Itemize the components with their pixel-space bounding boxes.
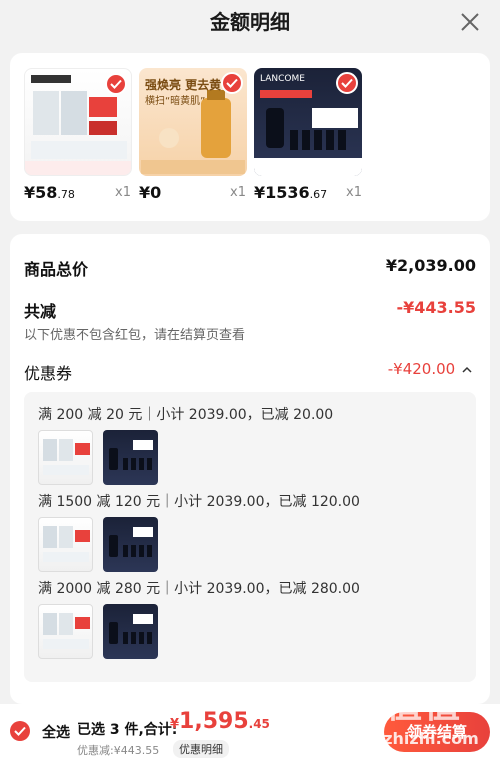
discount-detail-button[interactable]: 优惠明细 [173, 740, 229, 758]
coupon-value: -¥420.00 [387, 360, 456, 378]
coupon-product-thumb [38, 430, 93, 485]
product-qty: x1 [115, 185, 131, 200]
product-thumb-lancome[interactable]: LANCOME [254, 68, 362, 176]
coupon-product-thumb [103, 517, 158, 572]
coupon-label: 优惠券 [24, 364, 73, 383]
brand-logo: LANCOME [260, 74, 305, 84]
product-thumb-essence[interactable]: 强焕亮 更去黄 横扫“暗黄肌” [139, 68, 247, 176]
header: 金额明细 [0, 0, 500, 44]
coupon-product-thumb [38, 517, 93, 572]
discount-value: -¥443.55 [396, 298, 476, 317]
product-price: ¥58.78 [24, 183, 75, 202]
coupon-product-thumb [103, 604, 158, 659]
select-all-check-icon[interactable] [10, 721, 30, 741]
total-price: ¥1,595.45 [170, 709, 270, 734]
checkout-bar: 全选 已选 3 件,合计: ¥1,595.45 优惠减:¥443.55 优惠明细… [0, 704, 500, 759]
product-overlay-title: 强焕亮 更去黄 [145, 78, 222, 92]
product-overlay-subtitle: 横扫“暗黄肌” [145, 96, 206, 107]
selected-count: 已选 3 件,合计: [77, 722, 178, 738]
page-title: 金额明细 [210, 10, 290, 34]
select-all-label[interactable]: 全选 [42, 722, 70, 742]
product-list-card: ¥58.78 x1 强焕亮 更去黄 横扫“暗黄肌” ¥0 x1 LANCOME [10, 53, 490, 221]
coupon-toggle[interactable]: -¥420.00 [388, 360, 472, 378]
total-value: ¥2,039.00 [385, 256, 476, 275]
coupon-product-thumb [103, 430, 158, 485]
discount-note: 以下优惠不包含红包，请在结算页查看 [24, 328, 246, 343]
discount-summary: 优惠减:¥443.55 [77, 744, 160, 757]
coupon-detail-box: 满 200 减 20 元｜小计 2039.00，已减 20.00 满 1500 … [24, 392, 476, 682]
checkout-button[interactable]: 领券结算 [384, 712, 490, 752]
price-summary-card: 商品总价 ¥2,039.00 共减 -¥443.55 以下优惠不包含红包，请在结… [10, 234, 490, 704]
product-price: ¥0 [139, 183, 162, 202]
close-icon[interactable] [458, 10, 482, 34]
product-qty: x1 [230, 185, 246, 200]
discount-label: 共减 [24, 302, 57, 321]
product-qty: x1 [346, 185, 362, 200]
chevron-up-icon [462, 366, 472, 373]
product-check-icon[interactable] [105, 73, 127, 95]
coupon-rule: 满 200 减 20 元｜小计 2039.00，已减 20.00 [38, 407, 334, 423]
coupon-product-thumb [38, 604, 93, 659]
coupon-rule: 满 2000 减 280 元｜小计 2039.00，已减 280.00 [38, 581, 360, 597]
coupon-rule: 满 1500 减 120 元｜小计 2039.00，已减 120.00 [38, 494, 360, 510]
product-check-icon[interactable] [221, 72, 243, 94]
total-label: 商品总价 [24, 260, 89, 279]
product-thumb-mask[interactable] [24, 68, 132, 176]
product-price: ¥1536.67 [254, 183, 328, 202]
product-check-icon[interactable] [336, 72, 358, 94]
